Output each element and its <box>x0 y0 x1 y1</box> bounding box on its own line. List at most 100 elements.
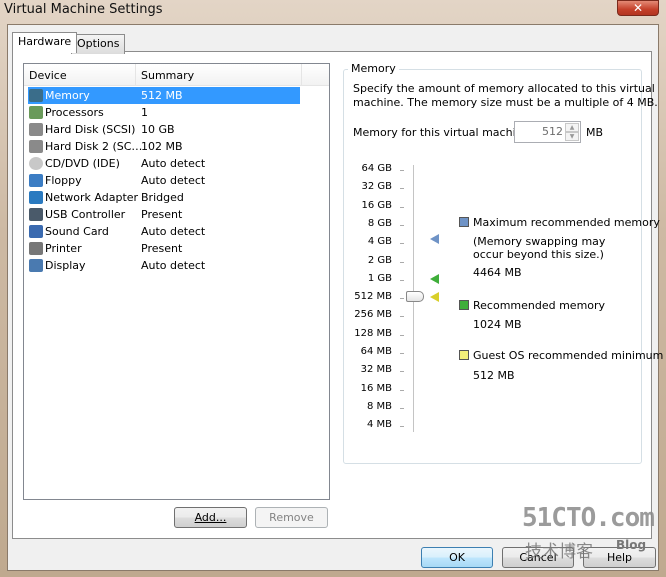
device-summary: Auto detect <box>141 174 206 187</box>
scale-tick <box>400 206 404 208</box>
memory-slider-thumb[interactable] <box>406 291 424 302</box>
device-name: Floppy <box>45 174 82 187</box>
floppy-icon <box>29 174 43 187</box>
memory-unit: MB <box>586 126 604 139</box>
scale-label: 32 MB <box>360 364 392 376</box>
memory-icon <box>29 89 43 102</box>
scale-tick <box>400 407 404 409</box>
spin-down-button[interactable]: ▼ <box>565 132 579 141</box>
device-row[interactable]: Processors 1 <box>28 104 300 121</box>
max-note: (Memory swapping may <box>473 235 606 248</box>
add-label: Add... <box>194 511 227 524</box>
watermark-logo: 51CTO.com <box>522 503 655 533</box>
close-button[interactable]: ✕ <box>617 0 659 16</box>
close-icon: ✕ <box>632 1 644 15</box>
scale-label: 16 MB <box>360 382 392 394</box>
ok-button[interactable]: OK <box>421 547 493 568</box>
scale-tick <box>400 224 404 226</box>
scale-label: 64 MB <box>360 346 392 357</box>
device-row[interactable]: Printer Present <box>28 240 300 257</box>
speaker-icon <box>29 225 43 238</box>
spin-up-button[interactable]: ▲ <box>565 123 579 132</box>
device-name: Hard Disk 2 (SC… <box>45 140 143 153</box>
device-row[interactable]: USB Controller Present <box>28 206 300 223</box>
recommended-label: Recommended memory <box>473 299 606 312</box>
add-button[interactable]: Add... <box>174 507 247 528</box>
scale-tick <box>400 371 404 373</box>
device-summary: Bridged <box>141 191 184 204</box>
device-row[interactable]: Network Adapter Bridged <box>28 189 300 206</box>
scale-label: 4 MB <box>366 419 392 431</box>
device-summary: 512 MB <box>141 89 183 102</box>
scale-tick <box>400 298 404 300</box>
scale-label: 128 MB <box>354 327 392 339</box>
device-name: Hard Disk (SCSI) <box>45 123 136 136</box>
device-row[interactable]: Memory 512 MB <box>28 87 300 104</box>
memory-description-2: machine. The memory size must be a multi… <box>353 96 658 109</box>
guest-min-swatch <box>459 350 469 360</box>
scale-label: 8 MB <box>366 400 392 412</box>
watermark-blog: Blog <box>616 538 647 552</box>
device-row[interactable]: Display Auto detect <box>28 257 300 274</box>
scale-tick <box>400 170 404 171</box>
memory-stepper[interactable]: 512 ▲ ▼ <box>514 121 581 143</box>
scale-label: 64 GB <box>361 163 392 174</box>
device-summary: Present <box>141 242 183 255</box>
scale-label: 4 GB <box>367 236 392 248</box>
device-name: CD/DVD (IDE) <box>45 157 120 170</box>
scale-label: 16 GB <box>361 199 392 211</box>
device-summary: Auto detect <box>141 259 206 272</box>
hard-disk-icon <box>29 140 43 153</box>
guest-min-marker <box>430 292 439 302</box>
device-name: Printer <box>45 242 82 255</box>
max-recommended-value: 4464 MB <box>473 266 522 279</box>
device-summary: 1 <box>141 106 148 119</box>
device-row[interactable]: Sound Card Auto detect <box>28 223 300 240</box>
watermark-subtitle: 技术博客 <box>525 542 593 562</box>
scale-tick <box>400 243 404 245</box>
max-note-2: occur beyond this size.) <box>473 248 604 261</box>
recommended-swatch <box>459 300 469 310</box>
scale-label: 2 GB <box>367 254 392 266</box>
scale-tick <box>400 316 404 318</box>
device-summary: 10 GB <box>141 123 175 136</box>
tab-options[interactable]: Options <box>71 34 126 54</box>
scale-tick <box>400 389 404 391</box>
device-name: Network Adapter <box>45 191 139 204</box>
device-row[interactable]: Floppy Auto detect <box>28 172 300 189</box>
guest-min-value: 512 MB <box>473 369 515 382</box>
scale-label: 1 GB <box>367 272 392 284</box>
column-device[interactable]: Device <box>29 69 67 82</box>
scale-tick <box>400 353 404 354</box>
window-title: Virtual Machine Settings <box>4 2 163 17</box>
device-name: Memory <box>45 89 90 102</box>
device-summary: Auto detect <box>141 157 206 170</box>
device-name: Sound Card <box>45 225 109 238</box>
max-recommended-marker <box>430 234 439 244</box>
cd-dvd-icon <box>29 157 43 170</box>
device-summary: Present <box>141 208 183 221</box>
device-summary: Auto detect <box>141 225 206 238</box>
memory-description: Specify the amount of memory allocated t… <box>353 82 655 95</box>
hard-disk-icon <box>29 123 43 136</box>
device-row[interactable]: CD/DVD (IDE) Auto detect <box>28 155 300 172</box>
memory-value[interactable]: 512 <box>542 125 563 138</box>
scale-tick <box>400 261 404 263</box>
memory-group-label: Memory <box>348 62 399 75</box>
remove-button[interactable]: Remove <box>255 507 328 528</box>
device-name: Processors <box>45 106 104 119</box>
device-summary: 102 MB <box>141 140 183 153</box>
device-row[interactable]: Hard Disk 2 (SC… 102 MB <box>28 138 300 155</box>
scale-tick <box>400 188 404 190</box>
monitor-icon <box>29 259 43 272</box>
scale-tick <box>400 426 404 428</box>
recommended-marker <box>430 274 439 284</box>
max-recommended-label: Maximum recommended memory <box>473 216 660 229</box>
memory-field-label: Memory for this virtual machine: <box>353 126 534 139</box>
device-row[interactable]: Hard Disk (SCSI) 10 GB <box>28 121 300 138</box>
guest-min-label: Guest OS recommended minimum <box>473 349 664 362</box>
scale-tick <box>400 279 404 281</box>
column-summary[interactable]: Summary <box>141 69 194 82</box>
scale-label: 512 MB <box>354 291 392 303</box>
tab-hardware[interactable]: Hardware <box>12 32 78 53</box>
